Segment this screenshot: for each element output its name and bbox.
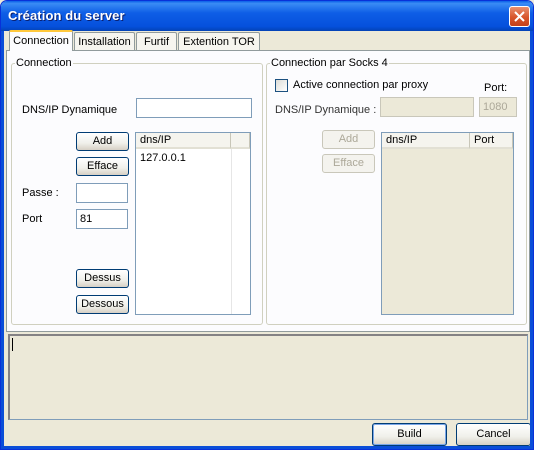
dns-list-header-extra[interactable] — [231, 133, 250, 149]
socks-dns-label: DNS/IP Dynamique : — [275, 104, 377, 116]
efface-button[interactable]: Efface — [76, 157, 129, 176]
dns-list-gridline — [231, 149, 232, 314]
tab-extention-tor[interactable]: Extention TOR — [178, 32, 260, 50]
socks-dns-input[interactable] — [380, 97, 474, 117]
dns-list-header-dnsip[interactable]: dns/IP — [136, 133, 231, 149]
window-frame-right — [530, 31, 533, 449]
close-icon — [514, 11, 525, 22]
socks-list[interactable]: dns/IP Port — [381, 132, 514, 315]
connection-group-label: Connection — [15, 57, 73, 69]
log-box[interactable] — [8, 334, 528, 420]
window-title: Création du server — [8, 8, 125, 23]
proxy-checkbox-label[interactable]: Active connection par proxy — [293, 79, 428, 91]
socks-efface-button[interactable]: Efface — [322, 154, 375, 173]
window-frame-left — [1, 31, 4, 449]
window-frame-bottom — [1, 446, 533, 449]
socks-list-header-dnsip[interactable]: dns/IP — [382, 133, 470, 149]
close-button[interactable] — [509, 6, 530, 27]
passe-label: Passe : — [22, 187, 59, 199]
proxy-checkbox[interactable] — [275, 79, 288, 92]
build-button[interactable]: Build — [372, 423, 447, 446]
server-creation-window: Création du server Connection Installati… — [0, 0, 534, 450]
socks-group-label: Connection par Socks 4 — [270, 57, 389, 69]
dessus-button[interactable]: Dessus — [76, 269, 129, 288]
tab-connection[interactable]: Connection — [9, 30, 73, 51]
dessous-button[interactable]: Dessous — [76, 295, 129, 314]
port-label: Port — [22, 213, 43, 225]
socks-add-button[interactable]: Add — [322, 130, 375, 149]
dns-list[interactable]: dns/IP 127.0.0.1 — [135, 132, 251, 315]
socks-list-header-port[interactable]: Port — [470, 133, 513, 149]
dns-label: DNS/IP Dynamique — [22, 104, 118, 116]
text-caret — [12, 338, 13, 351]
cancel-button[interactable]: Cancel — [456, 423, 531, 446]
add-button[interactable]: Add — [76, 132, 129, 151]
tab-furtif[interactable]: Furtif — [136, 32, 177, 50]
title-bar[interactable]: Création du server — [1, 1, 533, 31]
list-item[interactable]: 127.0.0.1 — [140, 152, 186, 164]
socks-port-input[interactable] — [479, 97, 517, 117]
passe-input[interactable] — [76, 183, 128, 203]
tab-installation[interactable]: Installation — [74, 32, 135, 50]
socks-port-label: Port: — [484, 82, 508, 94]
dns-input[interactable] — [136, 98, 252, 118]
port-input[interactable] — [76, 209, 128, 229]
